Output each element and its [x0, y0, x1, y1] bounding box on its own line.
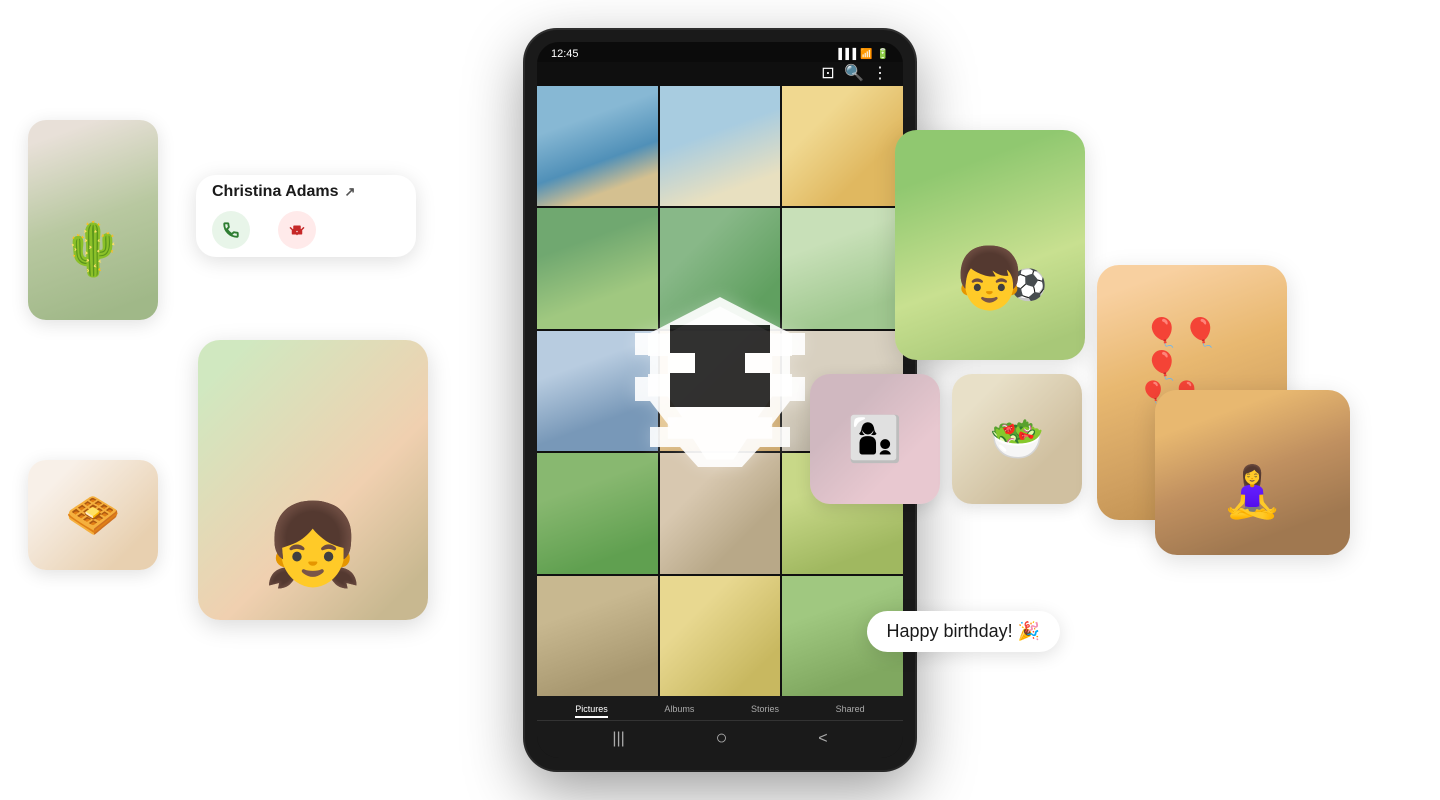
- girl-photo-card: [198, 340, 428, 620]
- child-soccer-card: [895, 130, 1085, 360]
- girl-image: [198, 340, 428, 620]
- photo-cell-7[interactable]: [537, 331, 658, 451]
- phone-accept-icon: [222, 221, 240, 239]
- birthday-message-text: Happy birthday! 🎉: [887, 621, 1040, 641]
- mother-child-card: [810, 374, 940, 504]
- caller-name: Christina Adams ↗: [212, 183, 400, 201]
- time-display: 12:45: [551, 48, 579, 60]
- top-action-bar: ⊡ 🔍 ⋮: [537, 62, 903, 86]
- accept-call-button[interactable]: [212, 211, 250, 249]
- back-button[interactable]: <: [818, 730, 827, 748]
- status-icons: ▐▐▐ 📶 🔋: [835, 49, 889, 60]
- signal-icon: ▐▐▐: [835, 49, 856, 60]
- photo-cell-6[interactable]: [782, 208, 903, 328]
- photo-cell-4[interactable]: [537, 208, 658, 328]
- birthday-message-bubble: Happy birthday! 🎉: [867, 611, 1060, 652]
- tab-pictures[interactable]: Pictures: [575, 704, 608, 718]
- photo-cell-11[interactable]: [660, 453, 781, 573]
- cast-icon[interactable]: ⊡: [819, 64, 837, 82]
- photo-cell-14[interactable]: [660, 576, 781, 696]
- photo-cell-5[interactable]: [660, 208, 781, 328]
- decline-call-button[interactable]: [278, 211, 316, 249]
- food-photo-card: [28, 460, 158, 570]
- more-options-icon[interactable]: ⋮: [871, 64, 889, 82]
- wifi-icon: 📶: [860, 49, 872, 60]
- tablet-bottom-nav: Pictures Albums Stories Shared ||| ○ <: [537, 696, 903, 758]
- dish-food-image: [952, 374, 1082, 504]
- gallery-tabs: Pictures Albums Stories Shared: [537, 700, 903, 721]
- photo-cell-13[interactable]: [537, 576, 658, 696]
- tab-albums[interactable]: Albums: [664, 704, 694, 718]
- cactus-image: [28, 120, 158, 320]
- external-link-icon: ↗: [345, 184, 356, 200]
- mother-child-image: [810, 374, 940, 504]
- dish-food-card: [952, 374, 1082, 504]
- woman-scenic-image: [1155, 390, 1350, 555]
- battery-icon: 🔋: [877, 49, 889, 60]
- food-image: [28, 460, 158, 570]
- recent-apps-button[interactable]: |||: [612, 730, 624, 748]
- system-nav-bar: ||| ○ <: [537, 721, 903, 752]
- home-button[interactable]: ○: [716, 727, 728, 750]
- tab-shared[interactable]: Shared: [836, 704, 865, 718]
- phone-decline-icon: [288, 221, 306, 239]
- tab-stories[interactable]: Stories: [751, 704, 779, 718]
- photo-cell-1[interactable]: [537, 86, 658, 206]
- photo-cell-8[interactable]: [660, 331, 781, 451]
- incoming-call-card: Christina Adams ↗: [196, 175, 416, 257]
- cactus-photo-card: [28, 120, 158, 320]
- search-icon[interactable]: 🔍: [845, 64, 863, 82]
- call-action-buttons: [212, 211, 400, 249]
- photo-cell-10[interactable]: [537, 453, 658, 573]
- photo-cell-2[interactable]: [660, 86, 781, 206]
- photo-cell-3[interactable]: [782, 86, 903, 206]
- status-bar: 12:45 ▐▐▐ 📶 🔋: [537, 42, 903, 62]
- child-soccer-image: [895, 130, 1085, 360]
- woman-scenic-card: [1155, 390, 1350, 555]
